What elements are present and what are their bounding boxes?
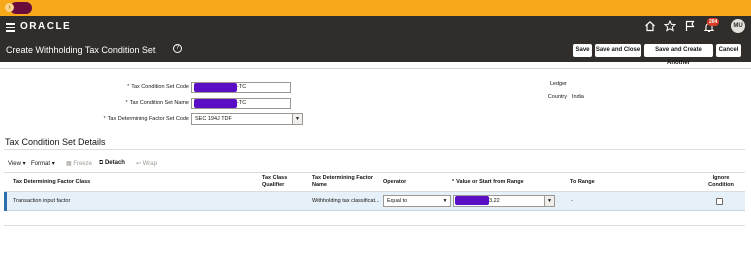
chevron-down-icon[interactable]: ▼ xyxy=(440,196,450,206)
decorative-band xyxy=(0,62,751,69)
ignore-condition-checkbox[interactable] xyxy=(716,198,723,205)
detach-button[interactable]: ⧉ Detach xyxy=(99,160,125,167)
tax-condition-set-name-input[interactable]: -TC xyxy=(191,98,291,109)
column-header-factor-name[interactable]: Tax Determining Factor Name xyxy=(312,175,373,189)
help-icon[interactable]: ? xyxy=(173,44,182,53)
save-and-close-button[interactable]: Save and Close xyxy=(595,44,641,57)
ledger-label: Ledger xyxy=(549,81,567,87)
factor-class-cell: Transaction input factor xyxy=(13,198,71,204)
country-value: India xyxy=(572,94,584,100)
oracle-logo[interactable]: ORACLE xyxy=(20,21,71,32)
user-avatar[interactable]: MU xyxy=(731,19,745,33)
table-top-border xyxy=(4,172,745,173)
column-header-ignore-condition[interactable]: Ignore Condition xyxy=(706,175,736,189)
global-header xyxy=(0,16,751,38)
chevron-down-icon[interactable]: ▼ xyxy=(292,114,302,124)
chevron-down-icon[interactable]: ▼ xyxy=(544,196,554,206)
redacted-value xyxy=(194,83,237,92)
value-from-select[interactable]: 3.22 ▼ xyxy=(453,195,555,207)
cancel-button[interactable]: Cancel xyxy=(716,44,741,57)
tax-condition-set-code-label: * Tax Condition Set Code xyxy=(127,84,189,90)
tax-condition-set-code-input[interactable]: -TC xyxy=(191,82,291,93)
column-header-class-qualifier[interactable]: Tax Class Qualifier xyxy=(262,175,287,189)
flag-icon[interactable] xyxy=(683,20,697,34)
star-icon[interactable] xyxy=(663,19,677,34)
save-button[interactable]: Save xyxy=(573,44,592,57)
home-icon[interactable] xyxy=(643,20,657,34)
column-header-value-from[interactable]: * Value or Start from Range xyxy=(452,179,524,186)
to-range-cell: - xyxy=(571,198,573,204)
factor-name-cell: Withholding tax classificat... xyxy=(312,198,380,204)
freeze-button[interactable]: ▦ Freeze xyxy=(66,160,92,167)
wrap-icon: ↩ xyxy=(136,161,142,167)
environment-bar xyxy=(0,0,751,16)
wrap-button[interactable]: ↩ Wrap xyxy=(136,160,157,167)
redacted-value xyxy=(455,196,489,205)
freeze-icon: ▦ xyxy=(66,161,72,167)
menu-icon[interactable] xyxy=(6,23,15,32)
save-and-create-another-button[interactable]: Save and Create Another xyxy=(644,44,713,66)
view-menu[interactable]: View ▾ xyxy=(8,160,26,167)
table-bottom-border xyxy=(4,225,745,226)
redacted-value xyxy=(194,99,237,108)
tax-determining-factor-set-code-select[interactable]: SEC 194J TDF ▼ xyxy=(191,113,303,125)
notification-count-badge: 204 xyxy=(707,18,720,26)
expand-icon[interactable]: › xyxy=(5,3,14,12)
page-title: Create Withholding Tax Condition Set xyxy=(6,45,156,55)
tax-determining-factor-set-code-label: * Tax Determining Factor Set Code xyxy=(103,116,189,122)
chevron-down-icon: ▾ xyxy=(51,161,55,167)
detach-icon: ⧉ xyxy=(99,160,104,166)
operator-select[interactable]: Equal to ▼ xyxy=(383,195,451,207)
section-title: Tax Condition Set Details xyxy=(5,137,106,147)
row-selection-marker xyxy=(4,192,7,211)
column-header-to-range[interactable]: To Range xyxy=(570,179,595,186)
chevron-down-icon: ▾ xyxy=(22,161,26,167)
country-label: Country xyxy=(547,94,567,100)
tax-condition-set-name-label: * Tax Condition Set Name xyxy=(125,100,189,106)
format-menu[interactable]: Format ▾ xyxy=(31,160,55,167)
column-header-operator[interactable]: Operator xyxy=(383,179,406,186)
section-divider xyxy=(4,149,745,150)
column-header-factor-class[interactable]: Tax Determining Factor Class xyxy=(13,179,90,186)
